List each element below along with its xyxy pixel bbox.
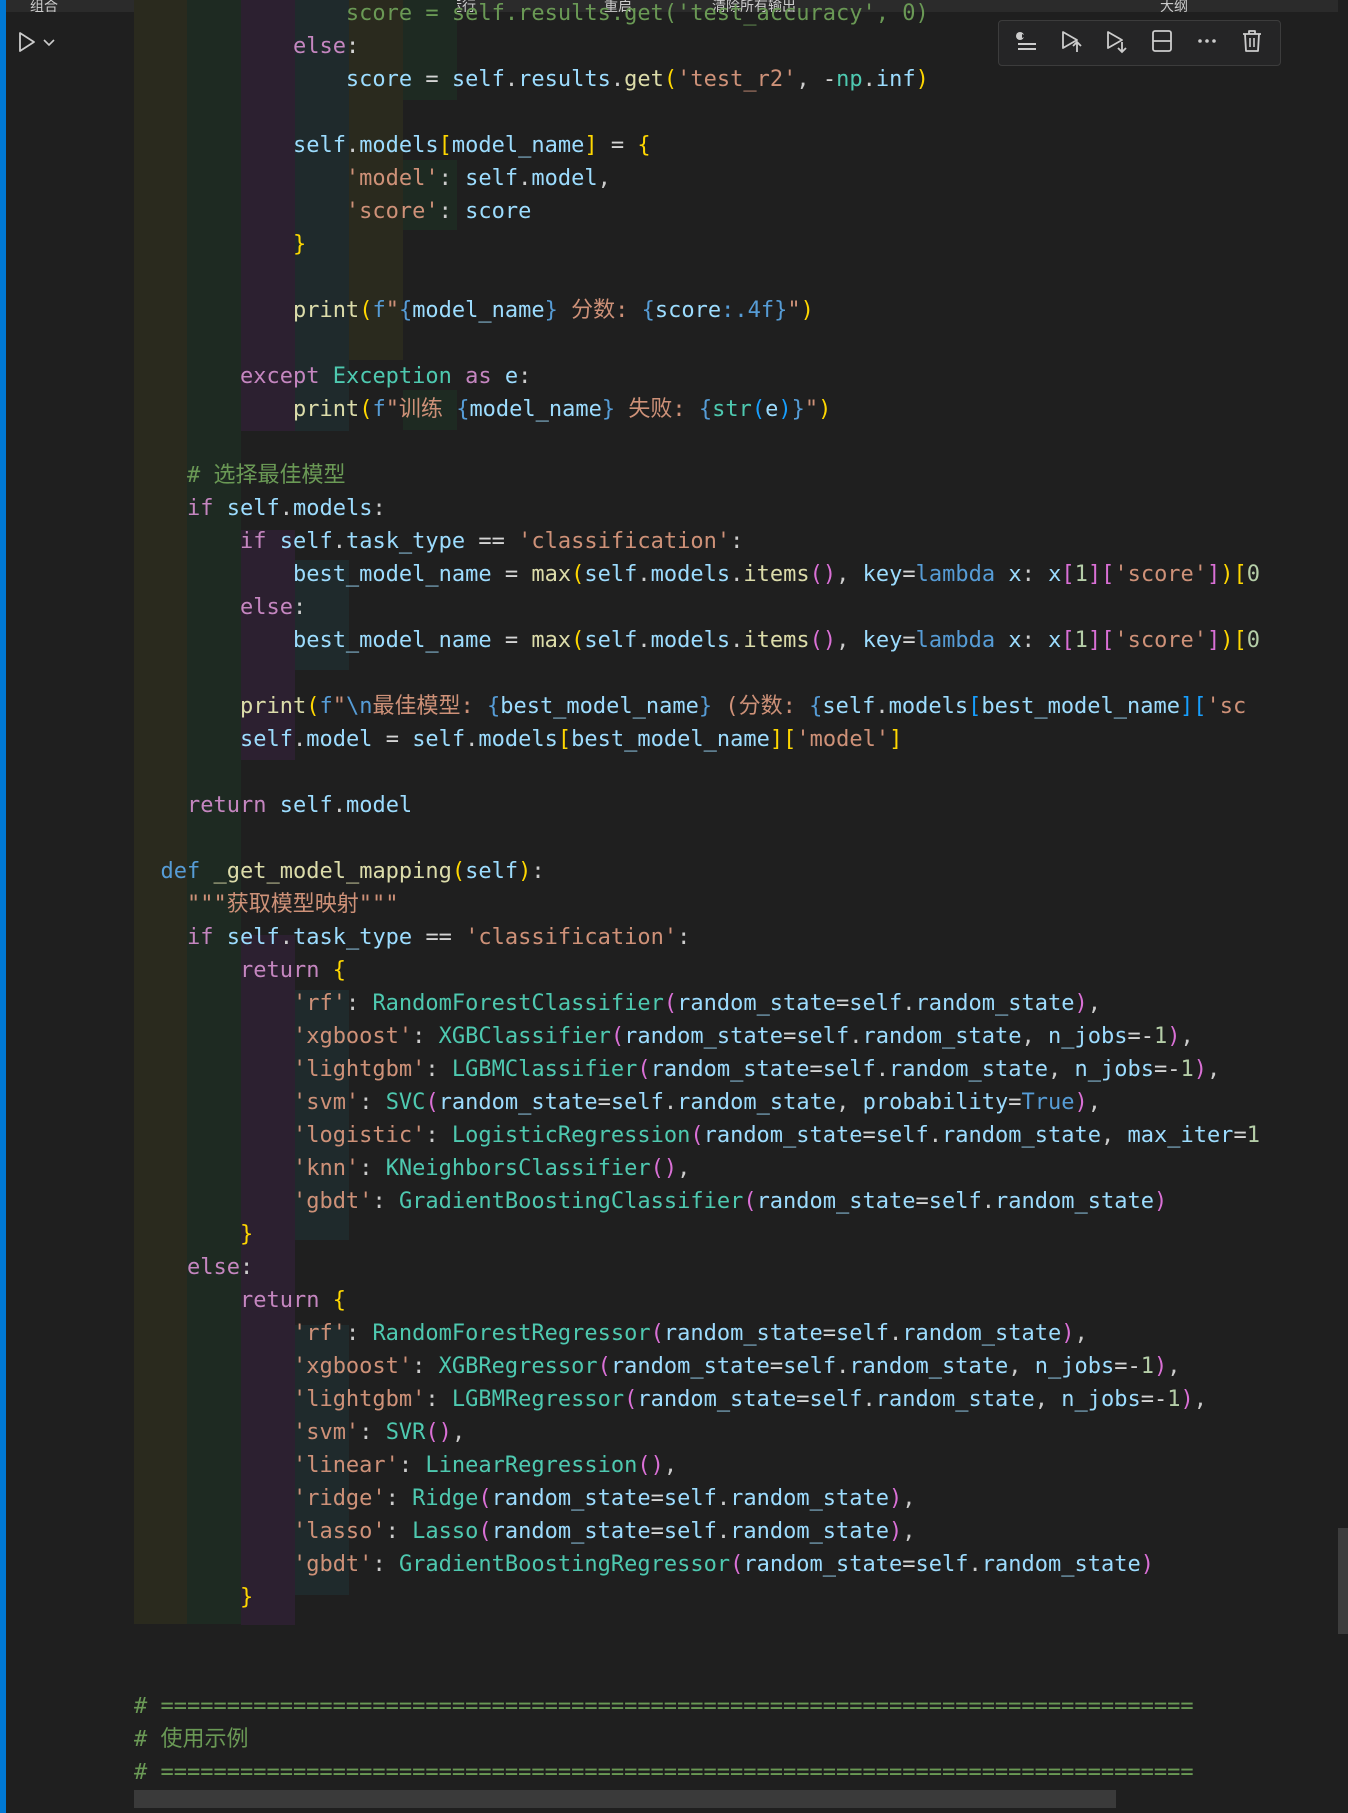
code-line[interactable]: # ======================================… (134, 1693, 1194, 1721)
code-line[interactable]: best_model_name = max(self.models.items(… (134, 627, 1260, 655)
code-line[interactable]: # ======================================… (134, 1759, 1194, 1787)
code-line[interactable]: 'linear': LinearRegression(), (134, 1452, 677, 1480)
code-line[interactable]: print(f"\n最佳模型: {best_model_name} (分数: {… (134, 693, 1246, 721)
code-line[interactable]: 'lasso': Lasso(random_state=self.random_… (134, 1518, 916, 1546)
run-below-icon (1059, 28, 1085, 58)
horizontal-scrollbar[interactable] (134, 1790, 1116, 1808)
code-line[interactable]: print(f"{model_name} 分数: {score:.4f}") (134, 297, 814, 325)
code-line[interactable]: self.models[model_name] = { (134, 132, 651, 160)
code-line[interactable]: if self.task_type == 'classification': (134, 924, 690, 952)
execute-above-cells-button[interactable] (1009, 25, 1045, 61)
code-line[interactable]: score = self.results.get('test_accuracy'… (134, 0, 929, 28)
run-icon (14, 30, 38, 54)
code-line[interactable]: 'score': score (134, 198, 531, 226)
split-cell-icon (1149, 28, 1175, 58)
delete-cell-button[interactable] (1234, 25, 1270, 61)
split-cell-button[interactable] (1144, 25, 1180, 61)
code-line[interactable]: 'model': self.model, (134, 165, 611, 193)
code-line[interactable]: # 选择最佳模型 (134, 462, 346, 490)
code-line[interactable]: self.model = self.models[best_model_name… (134, 726, 902, 754)
code-line[interactable]: 'xgboost': XGBRegressor(random_state=sel… (134, 1353, 1181, 1381)
ellipsis-icon (1194, 28, 1220, 58)
code-line[interactable]: """获取模型映射""" (134, 891, 398, 919)
code-editor[interactable]: score = self.results.get('test_accuracy'… (134, 0, 1334, 1813)
code-line[interactable]: 'rf': RandomForestRegressor(random_state… (134, 1320, 1088, 1348)
code-line[interactable]: 'gbdt': GradientBoostingRegressor(random… (134, 1551, 1154, 1579)
code-line[interactable]: 'knn': KNeighborsClassifier(), (134, 1155, 690, 1183)
code-line[interactable]: 'rf': RandomForestClassifier(random_stat… (134, 990, 1101, 1018)
run-next-icon (1104, 28, 1130, 58)
code-line[interactable]: return { (134, 957, 346, 985)
execute-cell-and-below-button[interactable] (1054, 25, 1090, 61)
code-line[interactable]: 'lightgbm': LGBMRegressor(random_state=s… (134, 1386, 1207, 1414)
code-line[interactable]: if self.task_type == 'classification': (134, 528, 743, 556)
chevron-down-icon[interactable] (42, 35, 56, 49)
code-line[interactable]: return self.model (134, 792, 412, 820)
code-line[interactable]: def _get_model_mapping(self): (134, 858, 545, 886)
active-cell-indicator (0, 0, 6, 1813)
code-line[interactable]: 'lightgbm': LGBMClassifier(random_state=… (134, 1056, 1220, 1084)
code-line[interactable]: } (134, 1221, 253, 1249)
code-line[interactable]: print(f"训练 {model_name} 失败: {str(e)}") (134, 396, 831, 424)
code-line[interactable]: else: (134, 33, 359, 61)
trash-icon (1239, 28, 1265, 58)
code-line[interactable]: 'svm': SVR(), (134, 1419, 465, 1447)
toolbar-item[interactable]: 组合 (30, 0, 58, 12)
more-actions-button[interactable] (1189, 25, 1225, 61)
code-line[interactable]: else: (134, 1254, 253, 1282)
code-line[interactable]: 'logistic': LogisticRegression(random_st… (134, 1122, 1260, 1150)
code-line[interactable]: # 使用示例 (134, 1726, 249, 1754)
code-line[interactable]: except Exception as e: (134, 363, 531, 391)
code-line[interactable]: best_model_name = max(self.models.items(… (134, 561, 1260, 589)
code-line[interactable]: if self.models: (134, 495, 386, 523)
vertical-scrollbar-thumb[interactable] (1338, 1528, 1348, 1634)
code-line[interactable]: 'ridge': Ridge(random_state=self.random_… (134, 1485, 916, 1513)
code-line[interactable]: 'svm': SVC(random_state=self.random_stat… (134, 1089, 1101, 1117)
code-line[interactable]: 'gbdt': GradientBoostingClassifier(rando… (134, 1188, 1167, 1216)
run-next-button[interactable] (1099, 25, 1135, 61)
run-above-icon (1014, 28, 1040, 58)
code-line[interactable]: } (134, 231, 306, 259)
code-line[interactable]: return { (134, 1287, 346, 1315)
code-line[interactable]: score = self.results.get('test_r2', -np.… (134, 66, 929, 94)
code-line[interactable]: } (134, 1584, 253, 1612)
cell-toolbar (998, 20, 1281, 66)
run-cell-button[interactable] (14, 26, 74, 58)
code-line[interactable]: else: (134, 594, 306, 622)
code-line[interactable]: 'xgboost': XGBClassifier(random_state=se… (134, 1023, 1194, 1051)
